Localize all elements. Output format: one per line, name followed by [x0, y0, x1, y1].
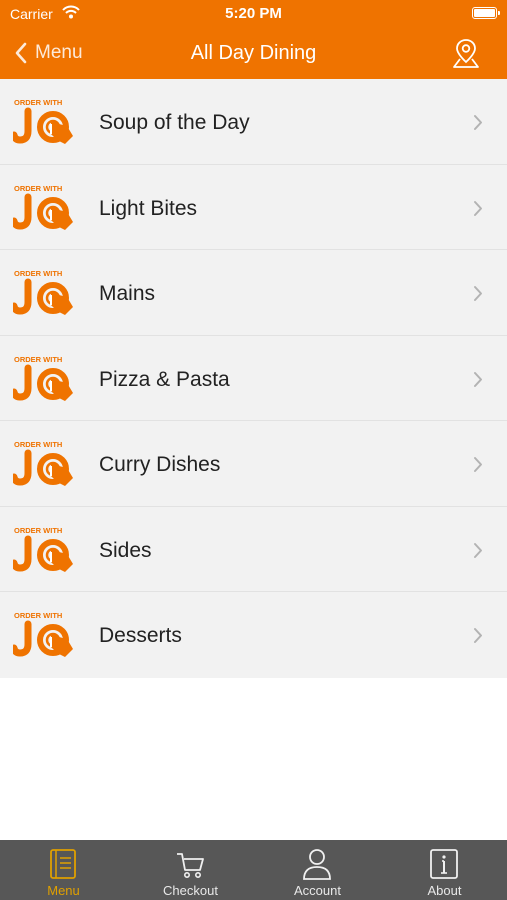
- tab-label: Menu: [47, 883, 80, 898]
- chevron-right-icon: [474, 200, 482, 216]
- order-with-jo-logo: ORDER WITH: [13, 269, 73, 315]
- tab-label: Checkout: [163, 883, 218, 898]
- tab-menu[interactable]: Menu: [0, 840, 127, 900]
- category-row-6[interactable]: ORDER WITH Sides: [0, 507, 507, 592]
- order-with-jo-logo: ORDER WITH: [13, 355, 73, 401]
- tab-label: About: [427, 883, 462, 898]
- category-label: Soup of the Day: [99, 111, 250, 134]
- category-row-2[interactable]: ORDER WITH Light Bites: [0, 165, 507, 250]
- clock: 5:20 PM: [225, 5, 282, 22]
- order-with-jo-logo: ORDER WITH: [13, 526, 73, 572]
- category-row-7[interactable]: ORDER WITH Desserts: [0, 592, 507, 678]
- chevron-right-icon: [474, 286, 482, 301]
- category-row-3[interactable]: ORDER WITH Mains: [0, 250, 507, 336]
- category-list: ORDER WITH Soup of the Day ORDER WITH Li…: [0, 79, 507, 678]
- logo-tagline: ORDER WITH: [14, 98, 62, 107]
- logo-tagline: ORDER WITH: [14, 611, 62, 620]
- category-label: Mains: [99, 282, 156, 305]
- chevron-right-icon: [474, 628, 482, 643]
- order-with-jo-logo: ORDER WITH: [13, 184, 73, 230]
- category-row-4[interactable]: ORDER WITH Pizza & Pasta: [0, 336, 507, 421]
- chevron-right-icon: [474, 115, 482, 130]
- logo-tagline: ORDER WITH: [14, 355, 62, 364]
- location-button[interactable]: [451, 37, 481, 69]
- category-label: Desserts: [99, 624, 182, 647]
- chevron-right-icon: [474, 542, 482, 558]
- category-label: Light Bites: [99, 196, 198, 220]
- category-label: Pizza & Pasta: [99, 367, 230, 391]
- order-with-jo-logo: ORDER WITH: [13, 611, 73, 657]
- battery-icon: [472, 7, 500, 19]
- map-pin-icon: [453, 39, 479, 68]
- category-label: Sides: [99, 538, 152, 562]
- tab-about[interactable]: About: [381, 840, 507, 900]
- tab-checkout[interactable]: Checkout: [127, 840, 254, 900]
- nav-bar: Menu All Day Dining: [0, 28, 507, 79]
- status-bar: Carrier 5:20 PM: [0, 0, 507, 28]
- logo-tagline: ORDER WITH: [14, 440, 62, 449]
- order-with-jo-logo: ORDER WITH: [13, 98, 73, 144]
- logo-tagline: ORDER WITH: [14, 269, 62, 278]
- category-row-1[interactable]: ORDER WITH Soup of the Day: [0, 79, 507, 165]
- category-label: Curry Dishes: [99, 453, 221, 476]
- logo-tagline: ORDER WITH: [14, 184, 62, 193]
- order-with-jo-logo: ORDER WITH: [13, 440, 73, 486]
- category-row-5[interactable]: ORDER WITH Curry Dishes: [0, 421, 507, 507]
- tab-account[interactable]: Account: [254, 840, 381, 900]
- chevron-right-icon: [474, 371, 482, 387]
- chevron-right-icon: [474, 457, 482, 472]
- logo-tagline: ORDER WITH: [14, 526, 62, 535]
- tab-bar: Menu Checkout Account About: [0, 840, 507, 900]
- navigation-header: Carrier 5:20 PM Menu All Day Dining: [0, 0, 507, 79]
- page-title: All Day Dining: [190, 42, 317, 64]
- tab-label: Account: [294, 883, 341, 898]
